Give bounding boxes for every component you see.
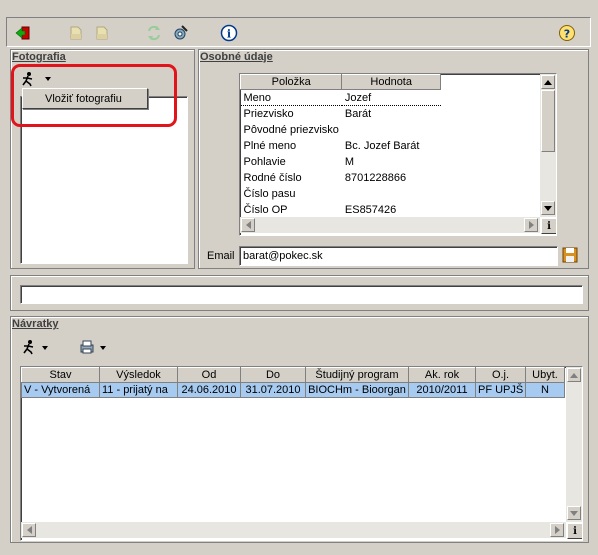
vertical-scrollbar[interactable] <box>540 74 556 217</box>
email-value: barat@pokec.sk <box>243 250 323 262</box>
row-label: Priezvisko <box>243 107 294 120</box>
column-header[interactable]: Do <box>240 367 306 383</box>
scroll-right-icon[interactable] <box>524 218 538 232</box>
grid-info-icon[interactable]: i <box>567 523 582 539</box>
help-icon[interactable]: ? <box>557 23 577 43</box>
table-cell: 11 - prijatý na <box>99 382 178 398</box>
print-icon[interactable] <box>79 339 99 357</box>
table-cell: BIOCHm - Bioorgan <box>305 382 409 398</box>
dropdown-arrow-icon[interactable] <box>99 342 109 354</box>
scroll-left-icon[interactable] <box>241 218 255 232</box>
table-row[interactable]: Plné meno Bc. Jozef Barát <box>241 138 441 154</box>
column-header-hodnota[interactable]: Hodnota <box>341 74 441 90</box>
column-header[interactable]: Od <box>177 367 241 383</box>
row-value: ES857426 <box>344 203 397 216</box>
table-row[interactable]: Meno Jozef <box>240 89 441 106</box>
table-cell: V - Vytvorená <box>21 382 100 398</box>
row-value: 8701228866 <box>344 171 407 184</box>
returns-grid: Stav Výsledok Od Do Študijný program Ak. rok O… <box>20 366 583 541</box>
personal-data-grid: Položka Hodnota Meno Jozef Priezvisko Barát… <box>239 73 557 236</box>
refresh-icon[interactable] <box>144 23 164 43</box>
photo-panel-title: Fotografia <box>12 51 66 63</box>
exit-icon[interactable] <box>13 23 33 43</box>
row-value <box>342 186 441 202</box>
table-row[interactable]: Rodné číslo 8701228866 <box>241 170 441 186</box>
table-cell: PF UPJŠ <box>475 382 526 398</box>
row-value: Bc. Jozef Barát <box>344 139 420 152</box>
main-toolbar: i ? <box>6 17 591 47</box>
row-value: M <box>344 155 355 168</box>
table-row[interactable]: Pôvodné priezvisko <box>241 122 441 138</box>
row-label: Rodné číslo <box>243 171 302 184</box>
status-field <box>20 285 583 304</box>
row-value: Jozef <box>341 89 441 106</box>
table-row[interactable]: V - Vytvorená 11 - prijatý na 24.06.2010 31… <box>21 382 565 398</box>
scroll-down-icon[interactable] <box>541 201 555 215</box>
row-label: Pohlavie <box>243 155 286 168</box>
table-row[interactable]: Číslo OP ES857426 <box>241 202 441 218</box>
settings-icon[interactable] <box>170 23 190 43</box>
row-label: Pôvodné priezvisko <box>243 123 339 136</box>
column-header[interactable]: Študijný program <box>305 367 409 383</box>
status-panel <box>10 275 589 311</box>
row-label: Meno <box>240 89 342 106</box>
vertical-scrollbar[interactable] <box>566 367 582 522</box>
info-glyph: i <box>227 28 231 41</box>
row-value <box>342 122 441 138</box>
scroll-thumb[interactable] <box>541 90 555 152</box>
personal-data-panel: Osobné údaje Položka Hodnota Meno Jozef Pr… <box>198 49 589 269</box>
document-icon[interactable] <box>92 23 112 43</box>
table-cell: 24.06.2010 <box>177 382 241 398</box>
column-header[interactable]: Výsledok <box>99 367 178 383</box>
highlight-annotation <box>11 64 177 127</box>
personal-data-panel-title: Osobné údaje <box>200 51 273 63</box>
column-header[interactable]: Ubyt. <box>525 367 565 383</box>
table-row[interactable]: Číslo pasu <box>241 186 441 202</box>
scroll-right-icon[interactable] <box>550 523 564 537</box>
scroll-up-icon[interactable] <box>541 75 555 89</box>
scroll-up-icon[interactable] <box>567 368 581 382</box>
row-label: Plné meno <box>243 139 297 152</box>
column-header[interactable]: Ak. rok <box>408 367 476 383</box>
table-cell: 2010/2011 <box>408 382 476 398</box>
row-label: Číslo OP <box>243 203 288 216</box>
scroll-left-icon[interactable] <box>22 523 36 537</box>
table-cell: 31.07.2010 <box>240 382 306 398</box>
returns-panel: Návratky Stav Výsledok Od Do Študijný progra… <box>10 316 589 543</box>
table-cell: N <box>525 382 565 398</box>
scroll-down-icon[interactable] <box>567 506 581 520</box>
info-icon[interactable]: i <box>219 23 239 43</box>
email-field[interactable]: barat@pokec.sk <box>239 246 558 266</box>
dropdown-arrow-icon[interactable] <box>41 342 51 354</box>
grid-info-icon[interactable]: i <box>541 218 556 234</box>
row-value: Barát <box>344 107 372 120</box>
save-icon[interactable] <box>562 247 580 265</box>
email-label: Email <box>207 250 235 262</box>
help-glyph: ? <box>564 28 570 41</box>
document-icon[interactable] <box>66 23 86 43</box>
horizontal-scrollbar[interactable] <box>21 522 566 538</box>
returns-panel-title: Návratky <box>12 318 59 330</box>
column-header-polozka[interactable]: Položka <box>240 74 343 90</box>
column-header[interactable]: Stav <box>21 367 100 383</box>
column-header[interactable]: O.j. <box>475 367 526 383</box>
person-icon[interactable] <box>21 339 41 357</box>
application-window: i ? Fotografia Vložiť fotografiu Osobné … <box>0 0 598 555</box>
row-label: Číslo pasu <box>243 187 296 200</box>
table-row[interactable]: Pohlavie M <box>241 154 441 170</box>
horizontal-scrollbar[interactable] <box>240 217 540 233</box>
table-row[interactable]: Priezvisko Barát <box>241 106 441 122</box>
